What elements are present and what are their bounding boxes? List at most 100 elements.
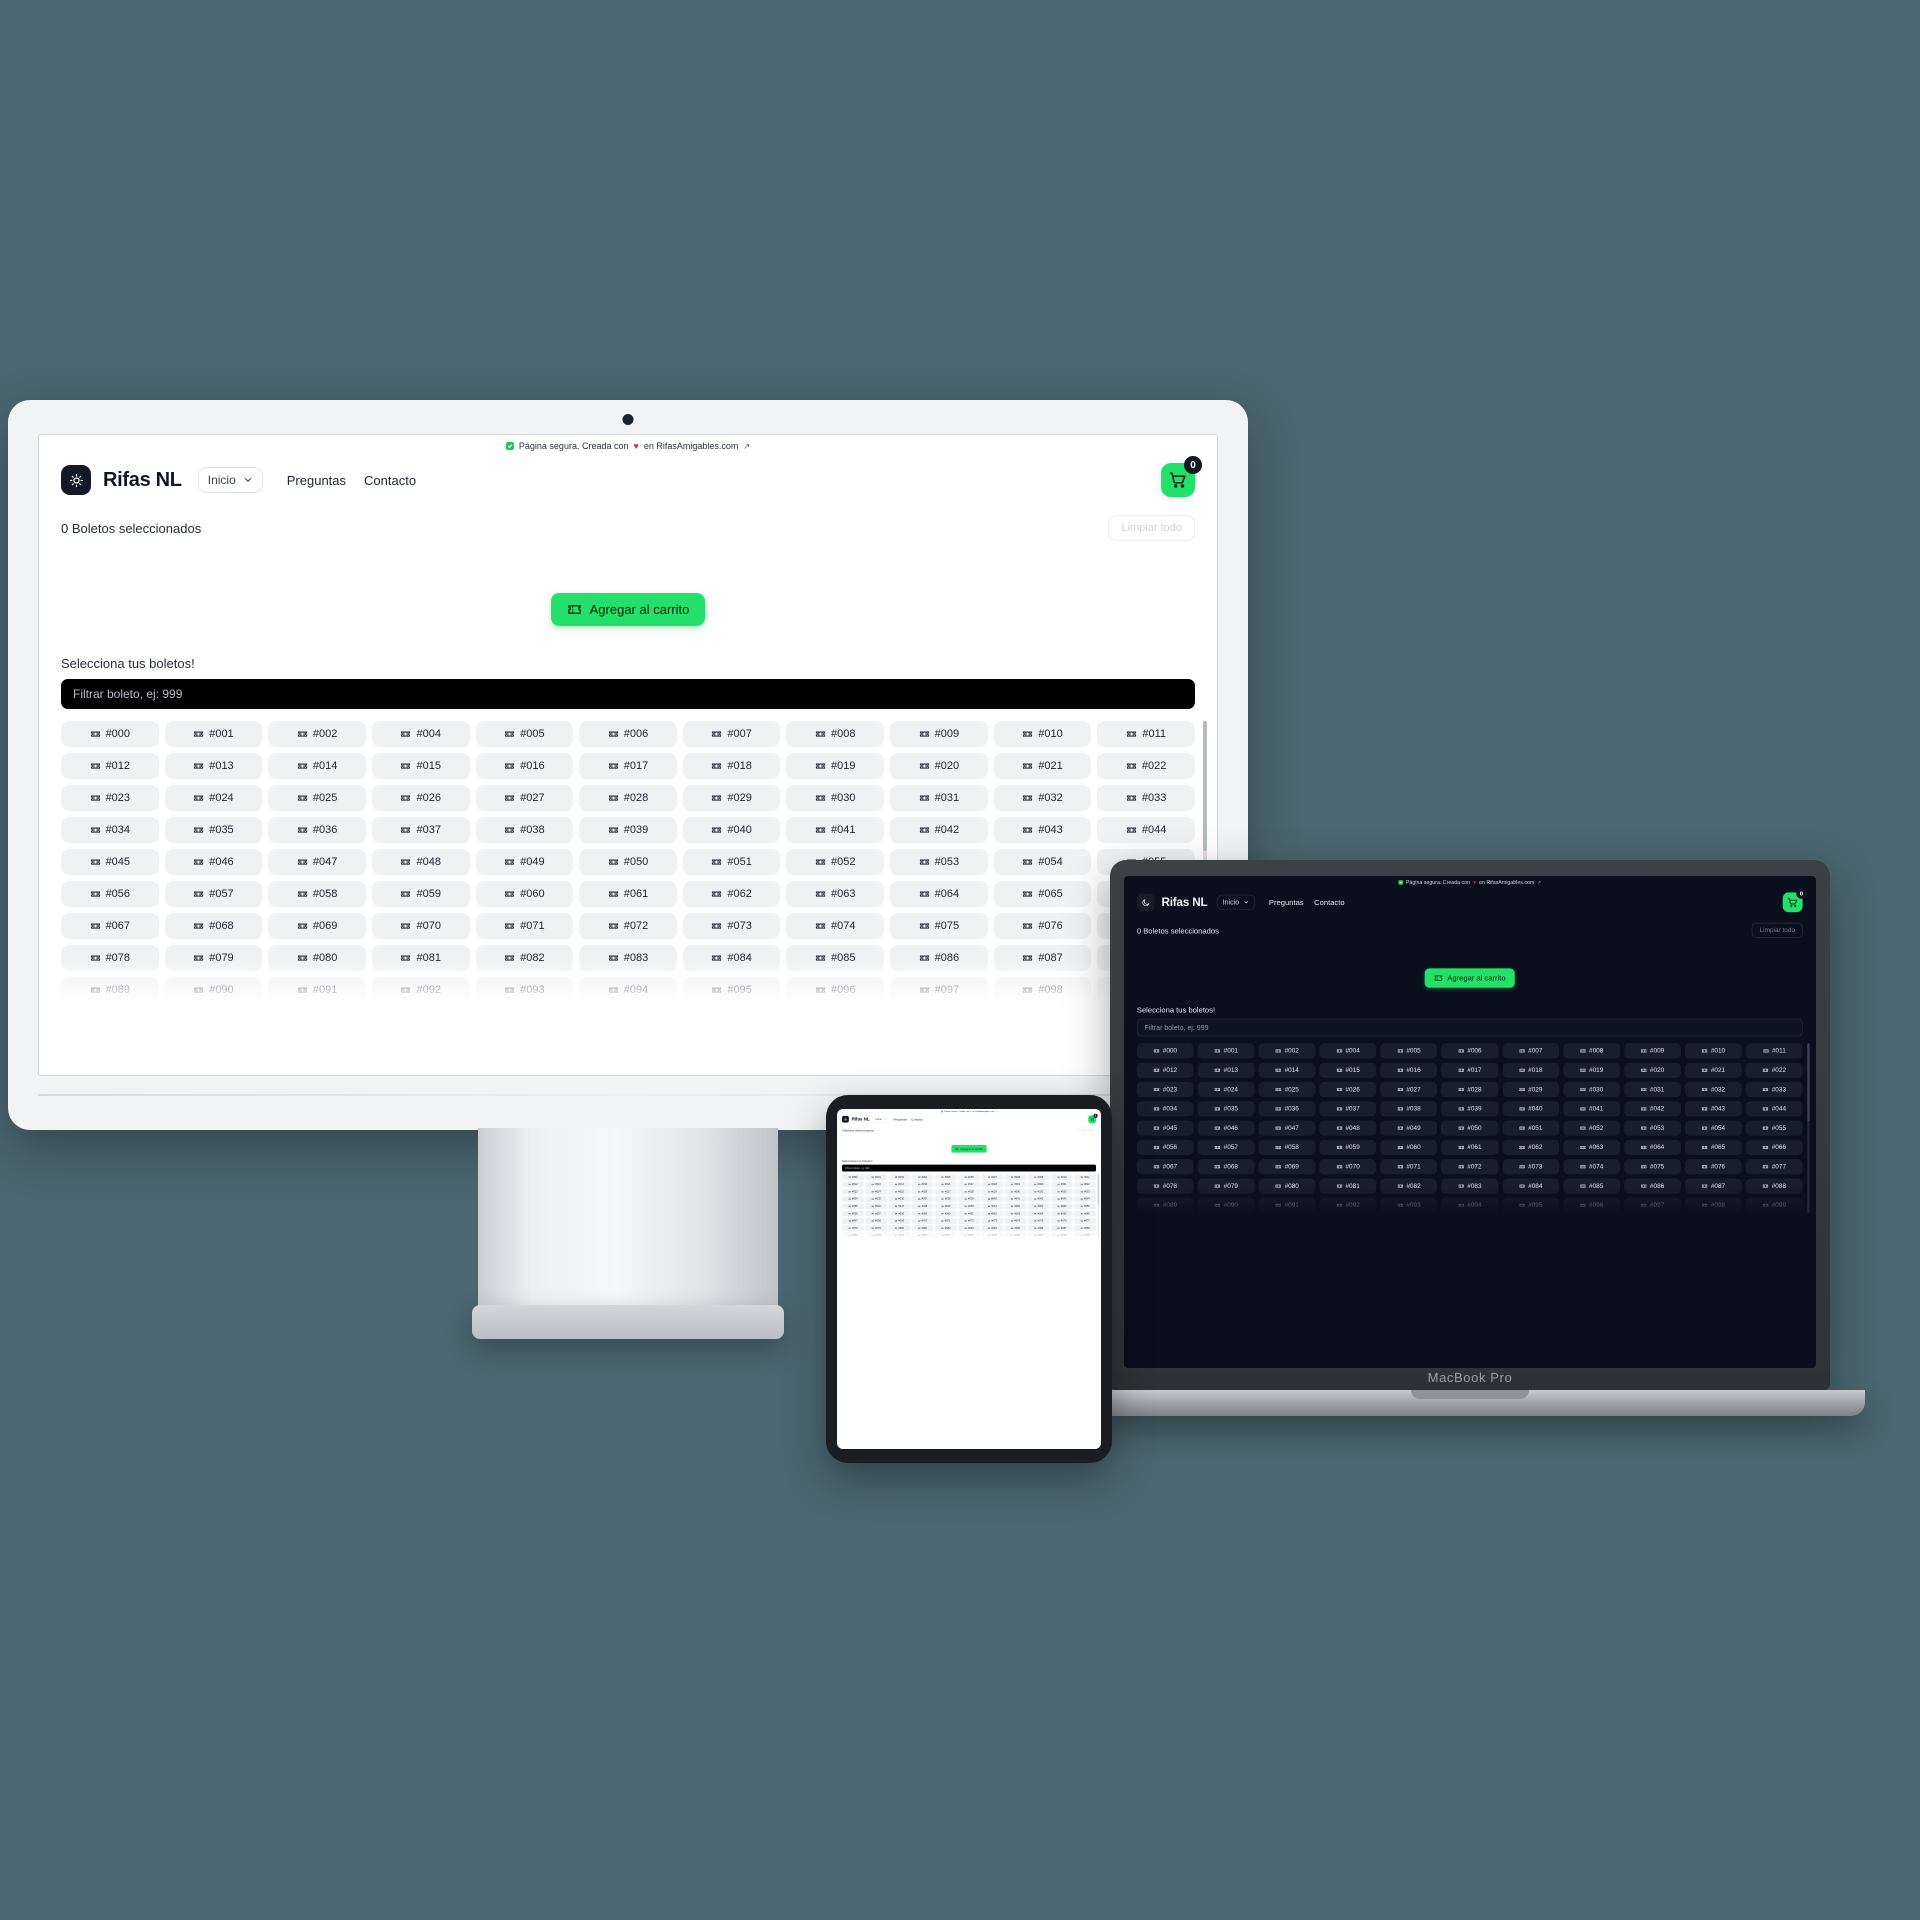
ticket-button[interactable]: #094	[579, 977, 677, 1003]
ticket-button[interactable]: #071	[934, 1217, 957, 1224]
ticket-button[interactable]: #054	[1684, 1120, 1742, 1136]
ticket-button[interactable]: #013	[164, 753, 263, 779]
ticket-button[interactable]: #016	[934, 1181, 957, 1188]
ticket-button[interactable]: #009	[890, 721, 988, 747]
ticket-button[interactable]: #027	[1380, 1081, 1438, 1098]
ticket-button[interactable]: #038	[1380, 1101, 1438, 1117]
ticket-button[interactable]: #056	[842, 1210, 864, 1217]
ticket-button[interactable]: #072	[579, 913, 677, 939]
cart-button[interactable]: 0	[1782, 888, 1807, 913]
ticket-button[interactable]: #071	[1380, 1159, 1438, 1175]
ticket-button[interactable]: #065	[1050, 1210, 1073, 1217]
ticket-button[interactable]: #022	[1745, 1062, 1803, 1078]
ticket-button[interactable]: #031	[890, 785, 988, 811]
ticket-button[interactable]: #062	[981, 1210, 1004, 1217]
ticket-button[interactable]: #025	[888, 1188, 911, 1195]
ticket-button[interactable]: #079	[164, 945, 263, 971]
ticket-button[interactable]: #099	[1074, 1232, 1097, 1239]
tickets-scrollbar[interactable]	[1807, 1043, 1810, 1213]
ticket-button[interactable]: #063	[1563, 1139, 1620, 1156]
ticket-button[interactable]: #053	[1624, 1120, 1681, 1136]
ticket-button[interactable]: #081	[371, 945, 470, 971]
ticket-button[interactable]: #068	[865, 1217, 888, 1224]
ticket-button[interactable]: #046	[1197, 1120, 1255, 1136]
ticket-button[interactable]: #079	[1197, 1178, 1255, 1194]
ticket-button[interactable]: #074	[1004, 1217, 1027, 1224]
ticket-button[interactable]: #078	[842, 1225, 864, 1232]
ticket-button[interactable]: #051	[682, 849, 781, 875]
nav-link-preguntas[interactable]: Preguntas	[893, 1118, 907, 1121]
ticket-button[interactable]: #058	[888, 1210, 911, 1217]
ticket-button[interactable]: #037	[371, 817, 470, 843]
ticket-button[interactable]: #036	[268, 817, 366, 843]
ticket-button[interactable]: #069	[268, 913, 366, 939]
ticket-button[interactable]: #055	[1074, 1203, 1097, 1210]
ticket-button[interactable]: #012	[842, 1181, 864, 1188]
ticket-button[interactable]: #000	[842, 1174, 864, 1181]
ticket-button[interactable]: #084	[682, 945, 781, 971]
nav-select-inicio[interactable]: Inicio	[1216, 894, 1255, 910]
ticket-button[interactable]: #006	[579, 721, 677, 747]
ticket-button[interactable]: #076	[1684, 1159, 1742, 1175]
ticket-button[interactable]: #074	[786, 913, 885, 939]
ticket-button[interactable]: #056	[1136, 1139, 1194, 1156]
ticket-button[interactable]: #010	[1050, 1174, 1073, 1181]
ticket-button[interactable]: #015	[1319, 1062, 1377, 1078]
nav-link-contacto[interactable]: Contacto	[911, 1118, 923, 1121]
ticket-button[interactable]: #060	[1380, 1139, 1438, 1156]
ticket-button[interactable]: #072	[1441, 1159, 1499, 1175]
ticket-button[interactable]: #036	[1258, 1101, 1316, 1117]
ticket-button[interactable]: #016	[1380, 1062, 1438, 1078]
ticket-button[interactable]: #048	[1319, 1120, 1377, 1136]
ticket-button[interactable]: #053	[890, 849, 988, 875]
cart-button[interactable]: 0	[1088, 1113, 1098, 1124]
ticket-button[interactable]: #017	[579, 753, 677, 779]
ticket-button[interactable]: #030	[786, 785, 885, 811]
ticket-button[interactable]: #021	[1684, 1062, 1742, 1078]
ticket-button[interactable]: #013	[865, 1181, 888, 1188]
ticket-button[interactable]: #002	[888, 1174, 911, 1181]
ticket-button[interactable]: #053	[1027, 1203, 1050, 1210]
ticket-button[interactable]: #030	[1563, 1081, 1620, 1098]
ticket-button[interactable]: #050	[958, 1203, 980, 1210]
ticket-button[interactable]: #028	[958, 1188, 980, 1195]
ticket-button[interactable]: #095	[981, 1232, 1004, 1239]
ticket-button[interactable]: #099	[1745, 1197, 1803, 1213]
ticket-button[interactable]: #078	[61, 945, 159, 971]
ticket-button[interactable]: #093	[1380, 1197, 1438, 1213]
ticket-button[interactable]: #028	[1441, 1081, 1499, 1098]
ticket-button[interactable]: #091	[888, 1232, 911, 1239]
ticket-button[interactable]: #093	[475, 977, 574, 1003]
moon-icon[interactable]	[1136, 893, 1155, 912]
ticket-button[interactable]: #033	[1074, 1188, 1097, 1195]
ticket-button[interactable]: #073	[682, 913, 781, 939]
ticket-button[interactable]: #043	[1050, 1196, 1073, 1203]
ticket-button[interactable]: #097	[1027, 1232, 1050, 1239]
ticket-button[interactable]: #009	[1624, 1043, 1681, 1059]
ticket-button[interactable]: #019	[1563, 1062, 1620, 1078]
ticket-button[interactable]: #077	[1745, 1159, 1803, 1175]
ticket-button[interactable]: #007	[981, 1174, 1004, 1181]
ticket-button[interactable]: #008	[1004, 1174, 1027, 1181]
ticket-button[interactable]: #014	[888, 1181, 911, 1188]
ticket-button[interactable]: #072	[958, 1217, 980, 1224]
ticket-button[interactable]: #026	[1319, 1081, 1377, 1098]
ticket-button[interactable]: #091	[268, 977, 366, 1003]
ticket-button[interactable]: #044	[1745, 1101, 1803, 1117]
ticket-button[interactable]: #022	[1074, 1181, 1097, 1188]
ticket-button[interactable]: #076	[1050, 1217, 1073, 1224]
ticket-button[interactable]: #059	[371, 881, 470, 907]
ticket-button[interactable]: #054	[1050, 1203, 1073, 1210]
ticket-button[interactable]: #077	[1074, 1217, 1097, 1224]
ticket-button[interactable]: #024	[865, 1188, 888, 1195]
ticket-button[interactable]: #096	[1004, 1232, 1027, 1239]
ticket-button[interactable]: #068	[164, 913, 263, 939]
ticket-button[interactable]: #062	[1502, 1139, 1560, 1156]
ticket-button[interactable]: #075	[890, 913, 988, 939]
ticket-button[interactable]: #037	[1319, 1101, 1377, 1117]
ticket-button[interactable]: #039	[579, 817, 677, 843]
ticket-button[interactable]: #033	[1097, 785, 1195, 811]
ticket-button[interactable]: #058	[268, 881, 366, 907]
ticket-button[interactable]: #006	[958, 1174, 980, 1181]
ticket-button[interactable]: #088	[1074, 1225, 1097, 1232]
